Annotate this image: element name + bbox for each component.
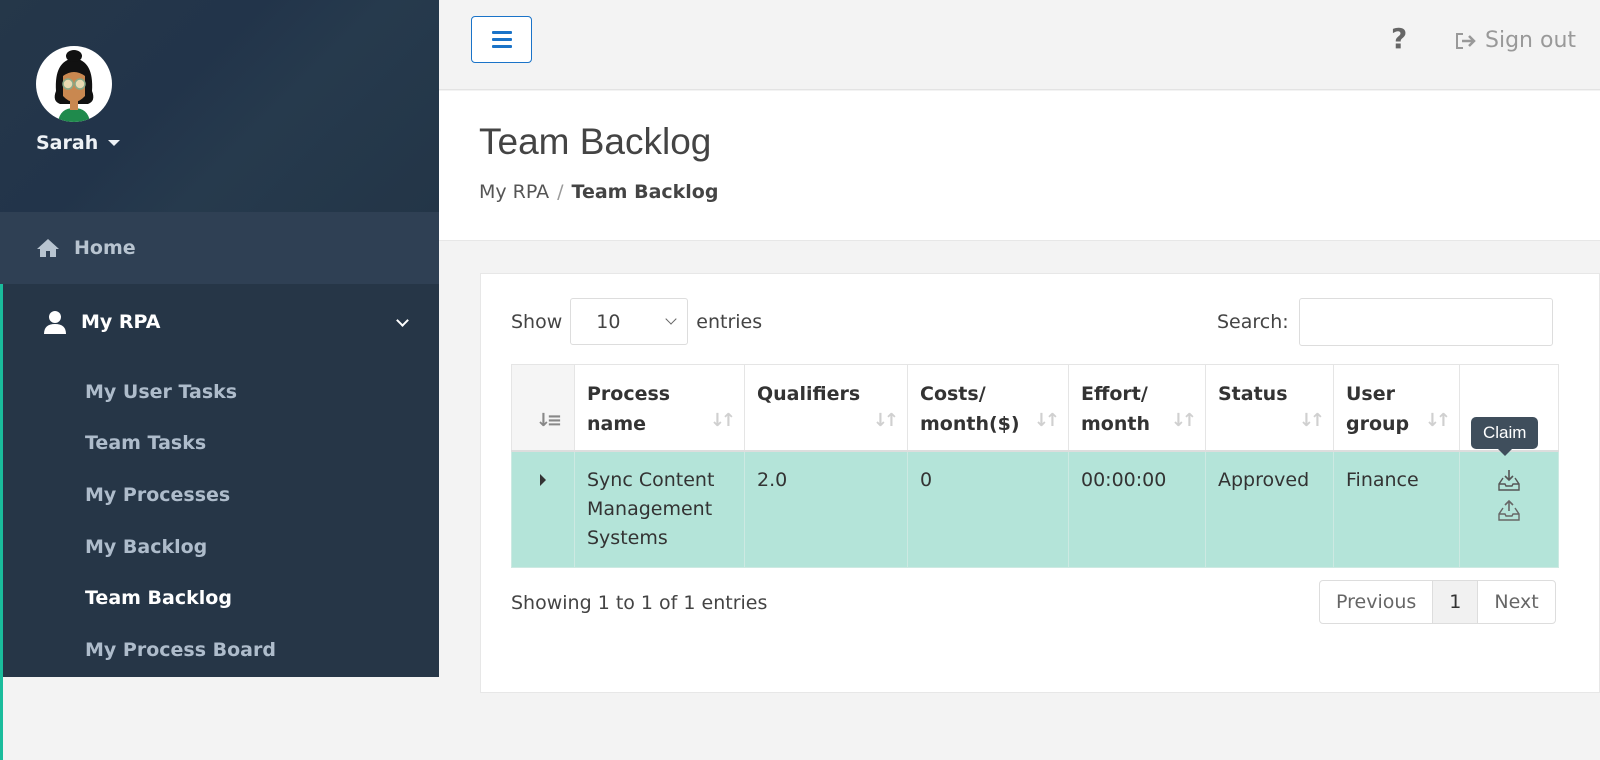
sidebar-item-my-backlog[interactable]: My Backlog bbox=[3, 521, 439, 573]
sidebar-item-home[interactable]: Home bbox=[0, 212, 439, 284]
column-header-costs[interactable]: Costs/ month($) ↓↑ bbox=[907, 364, 1069, 452]
sidebar-item-label: Home bbox=[74, 237, 136, 259]
chevron-down-icon[interactable] bbox=[396, 314, 409, 327]
cell-effort: 00:00:00 bbox=[1068, 450, 1206, 568]
cell-costs: 0 bbox=[907, 450, 1069, 568]
sort-icon: ↓↑ bbox=[709, 409, 736, 431]
breadcrumb-my-rpa[interactable]: My RPA bbox=[479, 181, 549, 203]
sidebar-section-label: My RPA bbox=[81, 311, 161, 333]
claim-icon[interactable] bbox=[1496, 468, 1522, 492]
table-header-row: ↓≡ Process name ↓↑ Qualifiers ↓↑ Costs/ mo… bbox=[511, 364, 1559, 452]
cell-process-name: Sync Content Management Systems bbox=[574, 450, 745, 568]
page-length-control: Show 10 entries bbox=[511, 298, 762, 345]
column-header-qualifiers[interactable]: Qualifiers ↓↑ bbox=[744, 364, 908, 452]
sidebar-item-team-backlog[interactable]: Team Backlog bbox=[3, 572, 439, 624]
previous-page-button[interactable]: Previous bbox=[1320, 581, 1434, 623]
sort-icon: ↓↑ bbox=[1170, 409, 1197, 431]
sidebar-item-my-process-board[interactable]: My Process Board bbox=[3, 624, 439, 676]
cell-user-group: Finance bbox=[1333, 450, 1460, 568]
sidebar: Sarah Home My RPA My User Tasks Team Tas… bbox=[0, 0, 439, 760]
column-header-effort[interactable]: Effort/ month ↓↑ bbox=[1068, 364, 1206, 452]
search-control: Search: bbox=[1217, 298, 1553, 346]
table-row[interactable]: Sync Content Management Systems 2.0 0 00… bbox=[511, 450, 1559, 568]
menu-toggle-button[interactable] bbox=[471, 16, 532, 63]
sort-icon: ↓↑ bbox=[872, 409, 899, 431]
cell-qualifiers: 2.0 bbox=[744, 450, 908, 568]
sort-icon: ↓↑ bbox=[1424, 409, 1451, 431]
pagination: Previous 1 Next bbox=[1319, 580, 1556, 624]
cell-actions bbox=[1459, 450, 1559, 568]
column-header-process-name[interactable]: Process name ↓↑ bbox=[574, 364, 745, 452]
show-label: Show bbox=[511, 310, 563, 333]
sidebar-section-my-rpa[interactable]: My RPA bbox=[0, 284, 439, 360]
search-label: Search: bbox=[1217, 311, 1289, 333]
column-header-order[interactable]: ↓≡ bbox=[511, 364, 575, 452]
page-title: Team Backlog bbox=[479, 121, 712, 162]
next-page-button[interactable]: Next bbox=[1478, 581, 1554, 623]
user-menu[interactable]: Sarah bbox=[36, 132, 121, 154]
sign-out-label: Sign out bbox=[1485, 28, 1577, 53]
breadcrumb: My RPA / Team Backlog bbox=[479, 181, 718, 203]
chevron-down-icon bbox=[665, 313, 677, 325]
avatar[interactable] bbox=[36, 46, 112, 122]
expand-row-button[interactable] bbox=[511, 450, 575, 568]
cell-status: Approved bbox=[1205, 450, 1334, 568]
column-label: Process name bbox=[587, 383, 671, 435]
release-icon[interactable] bbox=[1496, 498, 1522, 522]
entries-label: entries bbox=[696, 310, 763, 333]
entries-select-value: 10 bbox=[596, 310, 621, 333]
column-label: Qualifiers bbox=[757, 383, 861, 405]
sort-amount-icon: ↓≡ bbox=[535, 409, 562, 431]
backlog-table: ↓≡ Process name ↓↑ Qualifiers ↓↑ Costs/ mo… bbox=[511, 364, 1559, 568]
column-label: Costs/ month($) bbox=[920, 383, 1020, 435]
column-header-user-group[interactable]: User group ↓↑ bbox=[1333, 364, 1460, 452]
sidebar-item-my-processes[interactable]: My Processes bbox=[3, 469, 439, 521]
sign-out-icon bbox=[1456, 32, 1476, 49]
sort-icon: ↓↑ bbox=[1033, 409, 1060, 431]
hamburger-icon bbox=[491, 31, 512, 34]
home-icon bbox=[37, 239, 59, 257]
sidebar-item-team-tasks[interactable]: Team Tasks bbox=[3, 418, 439, 470]
caret-down-icon bbox=[108, 140, 121, 146]
user-icon bbox=[44, 311, 66, 334]
entries-select[interactable]: 10 bbox=[570, 298, 689, 345]
user-name: Sarah bbox=[36, 132, 99, 154]
claim-tooltip: Claim bbox=[1471, 417, 1539, 456]
page-header: Team Backlog My RPA / Team Backlog bbox=[439, 91, 1600, 241]
breadcrumb-separator: / bbox=[557, 181, 564, 203]
column-label: Status bbox=[1218, 383, 1288, 405]
sign-out-link[interactable]: Sign out bbox=[1455, 28, 1576, 53]
breadcrumb-current: Team Backlog bbox=[571, 181, 719, 203]
search-input[interactable] bbox=[1298, 298, 1553, 346]
user-panel: Sarah bbox=[0, 0, 439, 212]
backlog-card: Show 10 entries Search: ↓≡ Process name ↓… bbox=[480, 273, 1600, 693]
page-1-button[interactable]: 1 bbox=[1433, 581, 1479, 623]
column-label: User group bbox=[1346, 383, 1410, 435]
column-label: Effort/ month bbox=[1081, 383, 1150, 435]
sidebar-submenu: My User Tasks Team Tasks My Processes My… bbox=[0, 360, 439, 760]
column-header-status[interactable]: Status ↓↑ bbox=[1205, 364, 1334, 452]
sidebar-item-my-user-tasks[interactable]: My User Tasks bbox=[3, 366, 439, 418]
table-info: Showing 1 to 1 of 1 entries bbox=[511, 592, 768, 614]
top-bar: ? Sign out bbox=[439, 0, 1600, 90]
caret-right-icon bbox=[540, 473, 546, 486]
help-button[interactable]: ? bbox=[1391, 22, 1407, 55]
sort-icon: ↓↑ bbox=[1298, 409, 1325, 431]
